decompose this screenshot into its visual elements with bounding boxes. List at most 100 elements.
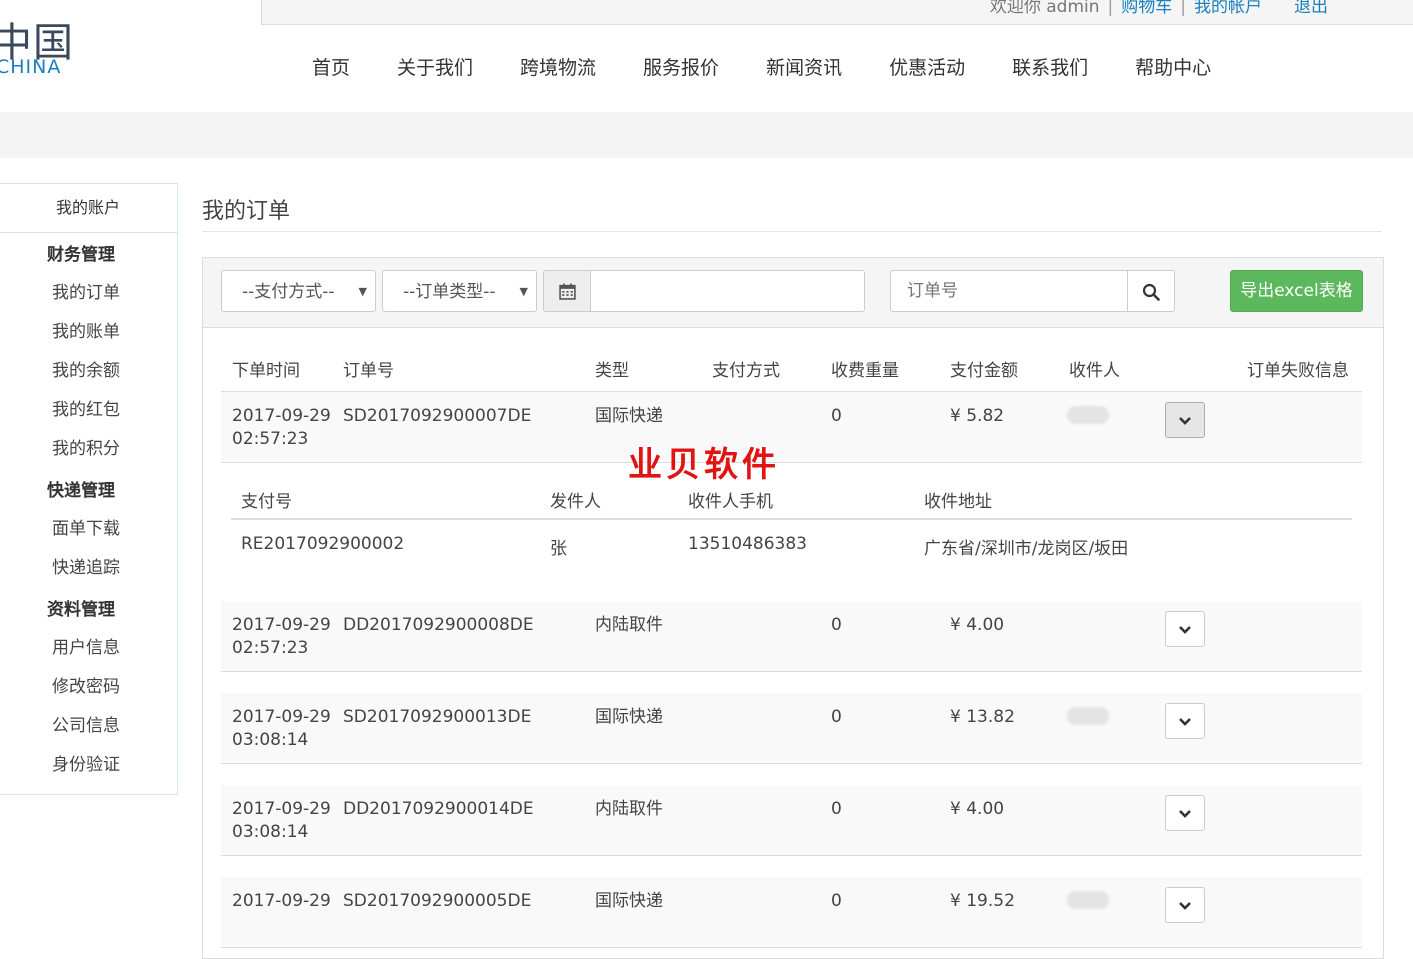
detail-col-payment-number: 支付号 bbox=[241, 492, 292, 512]
charged-weight: 0 bbox=[831, 799, 842, 819]
title-divider bbox=[202, 231, 1382, 232]
charged-weight: 0 bbox=[831, 707, 842, 727]
order-time: 02:57:23 bbox=[232, 638, 309, 658]
charged-weight: 0 bbox=[831, 406, 842, 426]
order-time: 03:08:14 bbox=[232, 822, 309, 842]
logo-english-text: CHINA bbox=[0, 56, 62, 78]
sidebar-item-tracking[interactable]: 快递追踪 bbox=[52, 549, 177, 588]
order-type: 国际快递 bbox=[595, 891, 663, 911]
order-type: 国际快递 bbox=[595, 406, 663, 426]
row-expand-button[interactable] bbox=[1165, 703, 1205, 739]
sidebar-item-my-balance[interactable]: 我的余额 bbox=[52, 352, 177, 391]
order-time: 03:08:14 bbox=[232, 730, 309, 750]
order-type: 国际快递 bbox=[595, 707, 663, 727]
nav-help[interactable]: 帮助中心 bbox=[1135, 53, 1211, 80]
sidebar-header[interactable]: 我的账户 bbox=[0, 184, 177, 233]
order-type: 内陆取件 bbox=[595, 799, 663, 819]
detail-payment-number: RE2017092900002 bbox=[241, 534, 405, 554]
order-number: SD2017092900013DE bbox=[343, 707, 532, 727]
payment-method-select[interactable]: --支付方式-- ▼ bbox=[221, 270, 376, 312]
order-detail: 支付号 发件人 收件人手机 收件地址 RE2017092900002 张 135… bbox=[221, 463, 1362, 602]
sidebar-item-my-orders[interactable]: 我的订单 bbox=[52, 274, 177, 313]
row-collapse-button[interactable] bbox=[1165, 402, 1205, 438]
col-charged-weight: 收费重量 bbox=[831, 361, 899, 381]
sidebar-group-finance: 财务管理 bbox=[47, 245, 115, 265]
cart-link[interactable]: 购物车 bbox=[1121, 0, 1172, 17]
sidebar-item-waybill-download[interactable]: 面单下载 bbox=[52, 510, 177, 549]
order-date: 2017-09-29 bbox=[232, 799, 331, 819]
detail-recipient-phone: 13510486383 bbox=[688, 534, 807, 554]
nav-home[interactable]: 首页 bbox=[312, 53, 350, 80]
table-row: 2017-09-29 03:08:14 SD2017092900013DE 国际… bbox=[221, 693, 1362, 764]
caret-down-icon: ▼ bbox=[519, 285, 528, 298]
order-number-search-input[interactable] bbox=[890, 270, 1128, 312]
date-range-input[interactable] bbox=[590, 270, 865, 312]
chevron-down-icon bbox=[1179, 902, 1191, 910]
order-number: SD2017092900005DE bbox=[343, 891, 532, 911]
sidebar-item-my-points[interactable]: 我的积分 bbox=[52, 430, 177, 469]
sidebar-item-company-info[interactable]: 公司信息 bbox=[52, 707, 177, 746]
export-excel-button[interactable]: 导出excel表格 bbox=[1230, 270, 1363, 312]
sidebar-group-express: 快递管理 bbox=[47, 481, 115, 501]
welcome-text: 欢迎你 admin bbox=[989, 0, 1100, 17]
table-row: 2017-09-29 03:08:14 DD2017092900014DE 内陆… bbox=[221, 785, 1362, 856]
page-title: 我的订单 bbox=[202, 199, 291, 224]
charged-weight: 0 bbox=[831, 615, 842, 635]
calendar-button[interactable] bbox=[543, 270, 591, 312]
detail-col-sender: 发件人 bbox=[550, 492, 601, 512]
order-date: 2017-09-29 bbox=[232, 406, 331, 426]
top-bar: 欢迎你 admin | 购物车 | 我的帐户 退出 bbox=[261, 0, 1413, 25]
main-nav: 首页 关于我们 跨境物流 服务报价 新闻资讯 优惠活动 联系我们 帮助中心 bbox=[312, 53, 1258, 80]
filter-bar: --支付方式-- ▼ --订单类型-- ▼ 订单号 导出excel表格 bbox=[203, 258, 1383, 328]
col-payment-method: 支付方式 bbox=[712, 361, 780, 381]
order-type-select[interactable]: --订单类型-- ▼ bbox=[382, 270, 537, 312]
chevron-down-icon bbox=[1179, 417, 1191, 425]
orders-table-header: 下单时间 订单号 类型 支付方式 收费重量 支付金额 收件人 订单失败信息 bbox=[221, 342, 1362, 393]
order-time: 02:57:23 bbox=[232, 429, 309, 449]
nav-pricing[interactable]: 服务报价 bbox=[643, 53, 719, 80]
sidebar-item-my-bills[interactable]: 我的账单 bbox=[52, 313, 177, 352]
order-number: DD2017092900014DE bbox=[343, 799, 534, 819]
account-sidebar: 我的账户 财务管理 我的订单 我的账单 我的余额 我的红包 我的积分 快递管理 … bbox=[0, 183, 178, 795]
col-order-time: 下单时间 bbox=[232, 361, 300, 381]
divider: | bbox=[1107, 0, 1114, 17]
amount: ¥ 5.82 bbox=[950, 406, 1005, 426]
search-button[interactable] bbox=[1127, 270, 1175, 312]
order-number: SD2017092900007DE bbox=[343, 406, 532, 426]
nav-cross-border-logistics[interactable]: 跨境物流 bbox=[520, 53, 596, 80]
nav-about[interactable]: 关于我们 bbox=[397, 53, 473, 80]
row-expand-button[interactable] bbox=[1165, 795, 1205, 831]
recipient-blurred bbox=[1067, 891, 1109, 909]
order-type: 内陆取件 bbox=[595, 615, 663, 635]
recipient-blurred bbox=[1067, 707, 1109, 725]
orders-panel: --支付方式-- ▼ --订单类型-- ▼ 订单号 导出excel表格 下单时间… bbox=[202, 257, 1384, 959]
banner-strip bbox=[0, 112, 1413, 158]
row-expand-button[interactable] bbox=[1165, 611, 1205, 647]
col-failure-info: 订单失败信息 bbox=[1247, 361, 1349, 381]
nav-promotions[interactable]: 优惠活动 bbox=[889, 53, 965, 80]
calendar-icon bbox=[558, 283, 576, 300]
col-recipient: 收件人 bbox=[1069, 361, 1120, 381]
nav-news[interactable]: 新闻资讯 bbox=[766, 53, 842, 80]
order-date: 2017-09-29 bbox=[232, 707, 331, 727]
site-logo[interactable]: 中国 CHINA bbox=[0, 8, 110, 88]
order-number: DD2017092900008DE bbox=[343, 615, 534, 635]
amount: ¥ 4.00 bbox=[950, 799, 1005, 819]
sidebar-item-change-password[interactable]: 修改密码 bbox=[52, 668, 177, 707]
logout-link[interactable]: 退出 bbox=[1294, 0, 1328, 17]
user-links: 欢迎你 admin | 购物车 | 我的帐户 退出 bbox=[990, 0, 1328, 17]
detail-sender: 张 bbox=[550, 539, 567, 559]
account-link[interactable]: 我的帐户 bbox=[1194, 0, 1262, 17]
amount: ¥ 4.00 bbox=[950, 615, 1005, 635]
sidebar-item-user-info[interactable]: 用户信息 bbox=[52, 629, 177, 668]
table-row: 2017-09-29 02:57:23 DD2017092900008DE 内陆… bbox=[221, 601, 1362, 672]
sidebar-item-my-red-packets[interactable]: 我的红包 bbox=[52, 391, 177, 430]
sidebar-item-identity-verification[interactable]: 身份验证 bbox=[52, 746, 177, 785]
recipient-blurred bbox=[1067, 406, 1109, 424]
nav-contact[interactable]: 联系我们 bbox=[1012, 53, 1088, 80]
sidebar-group-profile: 资料管理 bbox=[47, 600, 115, 620]
row-expand-button[interactable] bbox=[1165, 887, 1205, 923]
col-type: 类型 bbox=[595, 361, 629, 381]
detail-col-address: 收件地址 bbox=[924, 492, 992, 512]
charged-weight: 0 bbox=[831, 891, 842, 911]
